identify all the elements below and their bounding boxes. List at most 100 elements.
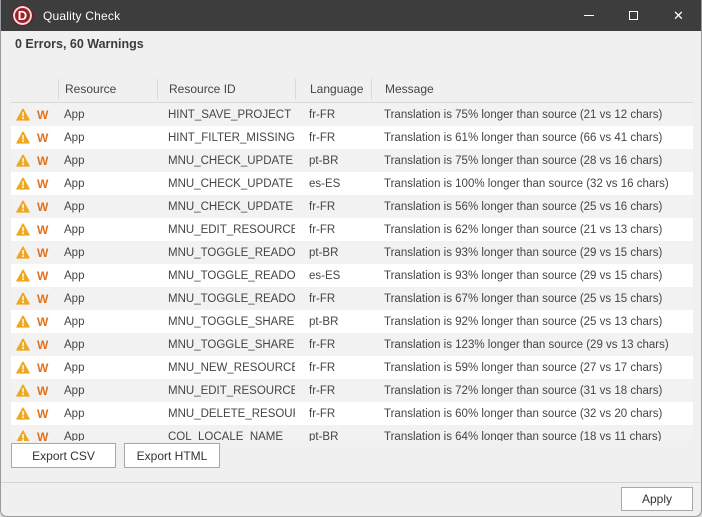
resource-cell: App [58, 333, 157, 356]
severity-label: W [37, 131, 48, 145]
export-csv-button[interactable]: Export CSV [11, 443, 116, 468]
language-cell: fr-FR [295, 126, 371, 149]
column-header-resource-id[interactable]: Resource ID [157, 79, 295, 99]
resource-cell: App [58, 287, 157, 310]
column-header-message[interactable]: Message [371, 79, 693, 99]
resource-cell: App [58, 379, 157, 402]
resource-id-cell: MNU_EDIT_RESOURCE_IT [157, 379, 295, 402]
severity-cell: W [11, 241, 58, 264]
titlebar[interactable]: D Quality Check ✕ [1, 0, 701, 31]
severity-label: W [37, 292, 48, 306]
app-logo-letter: D [18, 9, 27, 22]
severity-label: W [37, 177, 48, 191]
resource-id-cell: COL_LOCALE_NAME [157, 425, 295, 441]
language-cell: fr-FR [295, 356, 371, 379]
severity-label: W [37, 223, 48, 237]
close-icon: ✕ [673, 9, 684, 22]
warning-icon [16, 269, 30, 282]
table-row[interactable]: WAppMNU_CHECK_UPDATEes-ESTranslation is … [11, 172, 693, 195]
severity-cell: W [11, 425, 58, 441]
resource-cell: App [58, 425, 157, 441]
resource-cell: App [58, 356, 157, 379]
language-cell: es-ES [295, 264, 371, 287]
warning-icon [16, 131, 30, 144]
warning-icon [16, 154, 30, 167]
resource-cell: App [58, 310, 157, 333]
table-row[interactable]: WAppMNU_EDIT_RESOURCEfr-FRTranslation is… [11, 218, 693, 241]
table-row[interactable]: WAppMNU_DELETE_RESOURCIfr-FRTranslation … [11, 402, 693, 425]
message-cell: Translation is 59% longer than source (2… [371, 356, 693, 379]
warning-icon [16, 223, 30, 236]
table-row[interactable]: WAppMNU_TOGGLE_SHAREDpt-BRTranslation is… [11, 310, 693, 333]
resource-id-cell: MNU_TOGGLE_READON [157, 287, 295, 310]
footer-divider [1, 482, 701, 483]
table-row[interactable]: W AppMNU_NEW_RESOURCE_Ifr-FRTranslation i… [11, 356, 693, 379]
table-row[interactable]: WAppCOL_LOCALE_NAMEpt-BRTranslation is 6… [11, 425, 693, 441]
resource-cell: App [58, 172, 157, 195]
severity-label: W [37, 361, 48, 375]
language-cell: pt-BR [295, 310, 371, 333]
table-row[interactable]: WAppHINT_SAVE_PROJECTfr-FRTranslation is… [11, 103, 693, 126]
resource-id-cell: HINT_SAVE_PROJECT [157, 103, 295, 126]
resource-id-cell: MNU_NEW_RESOURCE_I [157, 356, 295, 379]
resource-id-cell: MNU_DELETE_RESOURCI [157, 402, 295, 425]
message-cell: Translation is 92% longer than source (2… [371, 310, 693, 333]
severity-cell: W [11, 333, 58, 356]
message-cell: Translation is 75% longer than source (2… [371, 103, 693, 126]
severity-cell: W [11, 172, 58, 195]
table-row[interactable]: WAppHINT_FILTER_MISSINGfr-FRTranslation … [11, 126, 693, 149]
message-cell: Translation is 62% longer than source (2… [371, 218, 693, 241]
severity-cell: W [11, 287, 58, 310]
table-row[interactable]: WAppMNU_TOGGLE_READONes-ESTranslation is… [11, 264, 693, 287]
language-cell: pt-BR [295, 241, 371, 264]
table-row[interactable]: WAppMNU_TOGGLE_READONfr-FRTranslation is… [11, 287, 693, 310]
quality-check-dialog: D Quality Check ✕ 0 Errors, 60 Warnings … [0, 0, 702, 517]
severity-cell: W [11, 149, 58, 172]
resource-id-cell: MNU_TOGGLE_SHARED [157, 333, 295, 356]
export-html-button[interactable]: Export HTML [124, 443, 220, 468]
warning-icon [16, 430, 30, 441]
minimize-button[interactable] [566, 0, 611, 31]
warning-icon [16, 338, 30, 351]
resource-cell: App [58, 402, 157, 425]
column-header-resource[interactable]: Resource [58, 79, 157, 99]
language-cell: pt-BR [295, 425, 371, 441]
table-row[interactable]: WAppMNU_CHECK_UPDATEfr-FRTranslation is … [11, 195, 693, 218]
message-cell: Translation is 93% longer than source (2… [371, 241, 693, 264]
window-controls: ✕ [566, 0, 701, 31]
minimize-icon [584, 15, 594, 16]
severity-label: W [37, 407, 48, 421]
severity-cell: W [11, 264, 58, 287]
warning-icon [16, 200, 30, 213]
warning-icon [16, 361, 30, 374]
resource-id-cell: MNU_EDIT_RESOURCE [157, 218, 295, 241]
severity-label: W [37, 384, 48, 398]
table-row[interactable]: WAppMNU_CHECK_UPDATEpt-BRTranslation is … [11, 149, 693, 172]
maximize-button[interactable] [611, 0, 656, 31]
severity-cell: W [11, 103, 58, 126]
app-logo-icon: D [12, 5, 33, 26]
warning-icon [16, 384, 30, 397]
resource-cell: App [58, 103, 157, 126]
severity-cell: W [11, 356, 58, 379]
apply-button[interactable]: Apply [621, 487, 693, 511]
warning-icon [16, 177, 30, 190]
resource-cell: App [58, 241, 157, 264]
resource-cell: App [58, 195, 157, 218]
resource-cell: App [58, 218, 157, 241]
resource-cell: App [58, 264, 157, 287]
column-header-language[interactable]: Language [295, 79, 371, 99]
close-button[interactable]: ✕ [656, 0, 701, 31]
severity-cell: W [11, 195, 58, 218]
language-cell: fr-FR [295, 103, 371, 126]
table-row[interactable]: WAppMNU_EDIT_RESOURCE_ITfr-FRTranslation… [11, 379, 693, 402]
table-row[interactable]: WAppMNU_TOGGLE_READONpt-BRTranslation is… [11, 241, 693, 264]
severity-cell: W [11, 402, 58, 425]
column-header-severity[interactable] [11, 79, 58, 99]
table-row[interactable]: WAppMNU_TOGGLE_SHAREDfr-FRTranslation is… [11, 333, 693, 356]
resource-id-cell: HINT_FILTER_MISSING [157, 126, 295, 149]
message-cell: Translation is 123% longer than source (… [371, 333, 693, 356]
message-cell: Translation is 61% longer than source (6… [371, 126, 693, 149]
resource-id-cell: MNU_TOGGLE_SHARED [157, 310, 295, 333]
message-cell: Translation is 64% longer than source (1… [371, 425, 693, 441]
